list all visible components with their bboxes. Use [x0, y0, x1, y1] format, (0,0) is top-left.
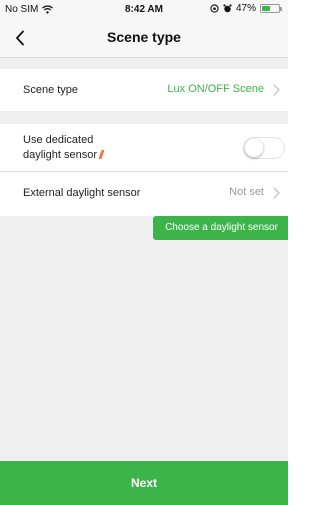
- info-icon[interactable]: [98, 150, 105, 159]
- battery-percent: 47%: [235, 3, 256, 14]
- alarm-icon: [223, 4, 232, 13]
- scene-type-label: Scene type: [23, 84, 79, 96]
- dedicated-sensor-toggle[interactable]: [243, 137, 285, 159]
- toggle-knob: [245, 139, 263, 157]
- chevron-right-icon: [273, 84, 280, 96]
- external-sensor-row[interactable]: External daylight sensor Not set: [0, 172, 288, 216]
- orientation-lock-icon: [210, 4, 219, 13]
- chevron-right-icon: [273, 187, 280, 199]
- battery-tip: [280, 6, 282, 11]
- dedicated-sensor-row: Use dedicated daylight sensor: [0, 124, 288, 172]
- dedicated-sensor-label-line2: daylight sensor: [23, 149, 97, 161]
- battery-icon: [260, 4, 282, 13]
- scene-type-value: Lux ON/OFF Scene: [167, 83, 264, 95]
- page-title: Scene type: [107, 29, 181, 45]
- status-right: 47%: [210, 3, 282, 14]
- battery-fill: [262, 6, 270, 11]
- dedicated-sensor-label-line1: Use dedicated: [23, 134, 94, 146]
- scene-type-row[interactable]: Scene type Lux ON/OFF Scene: [0, 69, 288, 111]
- tooltip: Choose a daylight sensor: [153, 216, 288, 240]
- navigation-bar: Scene type: [0, 18, 288, 58]
- app-screen: No SIM 8:42 AM 47% Scene type Scene type…: [0, 0, 288, 505]
- next-button[interactable]: Next: [0, 461, 288, 505]
- battery-body: [260, 4, 280, 13]
- external-sensor-value: Not set: [229, 186, 264, 198]
- status-bar: No SIM 8:42 AM 47%: [0, 0, 288, 18]
- external-sensor-label: External daylight sensor: [23, 187, 141, 199]
- dedicated-sensor-label: Use dedicated daylight sensor: [23, 133, 105, 163]
